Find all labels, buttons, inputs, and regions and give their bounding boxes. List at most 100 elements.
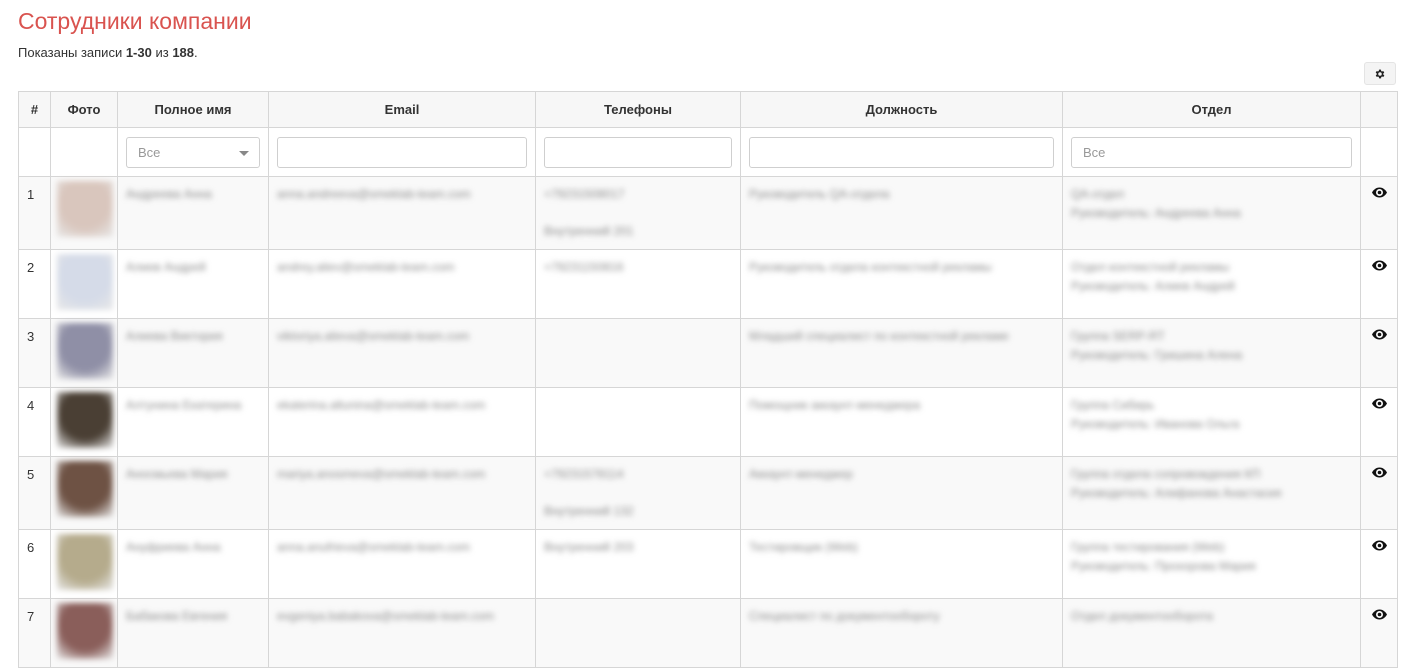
eye-icon [1371, 260, 1387, 271]
email-cell: anna.anufrieva@smeklab-team.com [268, 529, 536, 599]
view-button[interactable] [1369, 258, 1389, 271]
department-filter-placeholder: Все [1083, 144, 1106, 160]
column-header-name[interactable]: Полное имя [117, 91, 269, 128]
photo-cell [50, 529, 118, 599]
table-row[interactable]: 3 Алиева Виктория viktoriya.alieva@smeklab… [18, 318, 1398, 388]
actions-cell [1360, 529, 1398, 599]
filter-cell-name: Все [117, 127, 269, 177]
name-cell: Ануфриева Анна [117, 529, 269, 599]
department-cell: Отдел контекстной рекламы Руководитель: А… [1062, 249, 1361, 319]
table-row[interactable]: 7 Бабакова Евгения evgeniya.babakova@smekl… [18, 598, 1398, 668]
phones-cell: +79231150816 [535, 249, 741, 319]
department-filter-input[interactable]: Все [1071, 136, 1352, 168]
email-cell: andrey.aliev@smeklab-team.com [268, 249, 536, 319]
phones-filter-input[interactable] [544, 136, 732, 168]
page-title: Сотрудники компании [18, 8, 252, 34]
view-button[interactable] [1369, 538, 1389, 551]
employee-name: Бабакова Евгения [126, 609, 228, 623]
eye-icon [1371, 467, 1387, 478]
summary-range: 1-30 [125, 45, 152, 60]
position-cell: Тестировщик (Web) [740, 529, 1063, 599]
table-row[interactable]: 6 Ануфриева Анна anna.anufrieva@smeklab-te… [18, 529, 1398, 599]
grid-settings-button[interactable] [1364, 62, 1396, 85]
actions-cell [1360, 387, 1398, 457]
phones-cell [535, 598, 741, 668]
view-button[interactable] [1369, 185, 1389, 198]
employee-department: Группа отдела сопровождения КП [1071, 467, 1261, 481]
filter-cell-empty [18, 127, 51, 177]
position-cell: Аккаунт-менеджер [740, 456, 1063, 530]
table-row[interactable]: 2 Алиев Андрей andrey.aliev@smeklab-team.c… [18, 249, 1398, 319]
employee-position: Тестировщик (Web) [749, 540, 858, 554]
table-row[interactable]: 4 Алтунина Екатерина ekaterina.altunina@sm… [18, 387, 1398, 457]
name-filter-value: Все [138, 144, 161, 160]
row-number: 3 [18, 318, 51, 388]
department-cell: Группа Сибирь Руководитель: Иванова Ольга [1062, 387, 1361, 457]
employee-name: Алиев Андрей [126, 260, 206, 274]
employee-department: Группа тестирования (Web) [1071, 540, 1225, 554]
photo-cell [50, 598, 118, 668]
view-button[interactable] [1369, 607, 1389, 620]
summary-suffix: . [194, 45, 198, 60]
avatar [57, 181, 113, 237]
records-summary: Показаны записи 1-30 из 188. [18, 45, 198, 60]
email-cell: anna.andreeva@smeklab-team.com [268, 176, 536, 250]
column-header-phones[interactable]: Телефоны [535, 91, 741, 128]
phones-cell: Внутренний 203 [535, 529, 741, 599]
eye-icon [1371, 329, 1387, 340]
filter-cell-email [268, 127, 536, 177]
position-cell: Руководитель отдела контекстной рекламы [740, 249, 1063, 319]
employee-position: Помощник аккаунт-менеджера [749, 398, 921, 412]
employee-email[interactable]: ekaterina.altunina@smeklab-team.com [277, 396, 527, 415]
email-filter-input[interactable] [277, 136, 527, 168]
department-head: Руководитель: Прохорова Мария [1071, 559, 1256, 573]
department-head: Руководитель: Алиев Андрей [1071, 279, 1235, 293]
employee-department: Отдел документооборота [1071, 609, 1213, 623]
position-filter-input[interactable] [749, 136, 1054, 168]
photo-cell [50, 387, 118, 457]
column-header-department[interactable]: Отдел [1062, 91, 1361, 128]
employee-position: Аккаунт-менеджер [749, 467, 853, 481]
column-header-num[interactable]: # [18, 91, 51, 128]
employee-email[interactable]: andrey.aliev@smeklab-team.com [277, 258, 527, 277]
phones-cell: +79231578114 Внутренний 132 [535, 456, 741, 530]
name-filter-select[interactable]: Все [126, 136, 260, 168]
view-button[interactable] [1369, 327, 1389, 340]
photo-cell [50, 176, 118, 250]
actions-cell [1360, 249, 1398, 319]
table-row[interactable]: 5 Аносмьева Мария mariya.anosmeva@smeklab-… [18, 456, 1398, 530]
column-header-position[interactable]: Должность [740, 91, 1063, 128]
employee-department: Группа SERP-RT [1071, 329, 1165, 343]
employee-email[interactable]: viktoriya.alieva@smeklab-team.com [277, 327, 527, 346]
filter-cell-position [740, 127, 1063, 177]
employee-email[interactable]: anna.andreeva@smeklab-team.com [277, 185, 527, 204]
table-row[interactable]: 1 Андреева Анна anna.andreeva@smeklab-team… [18, 176, 1398, 250]
department-head: Руководитель: Иванова Ольга [1071, 417, 1240, 431]
employee-email[interactable]: evgeniya.babakova@smeklab-team.com [277, 607, 527, 626]
filter-cell-phones [535, 127, 741, 177]
avatar [57, 534, 113, 590]
filter-cell-department: Все [1062, 127, 1361, 177]
department-head: Руководитель: Андреева Анна [1071, 206, 1241, 220]
actions-cell [1360, 598, 1398, 668]
column-header-email[interactable]: Email [268, 91, 536, 128]
employee-name: Андреева Анна [126, 187, 212, 201]
view-button[interactable] [1369, 396, 1389, 409]
employee-position: Младший специалист по контекстной реклам… [749, 329, 1009, 343]
name-cell: Аносмьева Мария [117, 456, 269, 530]
view-button[interactable] [1369, 465, 1389, 478]
employee-email[interactable]: anna.anufrieva@smeklab-team.com [277, 538, 527, 557]
employee-phone: +79231150816 [544, 260, 624, 274]
photo-cell [50, 456, 118, 530]
employees-table: # Фото Полное имя Email Телефоны Должнос… [18, 91, 1398, 668]
column-header-photo[interactable]: Фото [50, 91, 118, 128]
gear-icon [1375, 69, 1385, 78]
eye-icon [1371, 398, 1387, 409]
summary-total: 188 [172, 45, 195, 60]
employee-email[interactable]: mariya.anosmeva@smeklab-team.com [277, 465, 527, 484]
email-cell: evgeniya.babakova@smeklab-team.com [268, 598, 536, 668]
photo-cell [50, 249, 118, 319]
avatar [57, 603, 113, 659]
employee-position: Руководитель отдела контекстной рекламы [749, 260, 992, 274]
avatar [57, 461, 113, 517]
